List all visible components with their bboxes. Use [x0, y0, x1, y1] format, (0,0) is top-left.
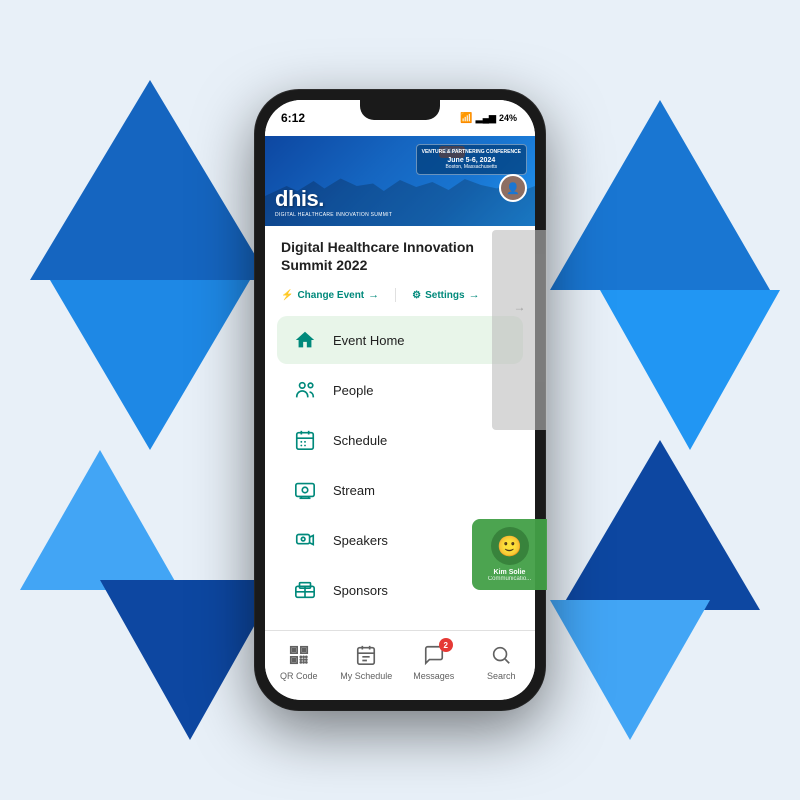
triangle-1 [30, 80, 270, 280]
my-schedule-icon [351, 642, 381, 668]
action-divider [395, 288, 396, 302]
stream-icon [291, 476, 319, 504]
profile-role-hint: Communicatio... [478, 576, 541, 582]
sponsors-label: Sponsors [333, 583, 388, 598]
event-banner: dhis. DIGITAL HEALTHCARE INNOVATION SUMM… [265, 136, 535, 226]
signal-icon: ▂▄▆ [476, 113, 496, 124]
home-icon [291, 326, 319, 354]
event-date: June 5-6, 2024 [422, 157, 521, 164]
triangle-3 [20, 450, 180, 590]
bottom-navigation: QR Code [265, 630, 535, 700]
event-home-label: Event Home [333, 333, 405, 348]
side-panel: → [492, 230, 547, 430]
status-icons: 📶 ▂▄▆ 24% [460, 113, 517, 124]
triangle-7 [560, 440, 760, 610]
change-event-label: Change Event [297, 290, 364, 301]
search-label: Search [487, 671, 516, 681]
change-event-arrow: → [368, 289, 379, 301]
menu-item-schedule[interactable]: Schedule [277, 416, 523, 464]
profile-name-hint: Kim Solie [478, 569, 541, 576]
messages-label: Messages [413, 671, 454, 681]
stream-label: Stream [333, 483, 375, 498]
messages-badge: 2 [439, 638, 453, 652]
conference-type: Venture & Partnering Conference [422, 149, 521, 155]
change-event-link[interactable]: ⚡ Change Event → [281, 289, 379, 301]
schedule-icon [291, 426, 319, 454]
speakers-icon [291, 526, 319, 554]
wifi-icon: 📶 [460, 113, 472, 124]
profile-card-hint: 🙂 Kim Solie Communicatio... [472, 519, 547, 590]
nav-messages[interactable]: 2 Messages [400, 642, 468, 681]
phone-notch [360, 100, 440, 120]
nav-search[interactable]: Search [468, 642, 536, 681]
nav-qr-code[interactable]: QR Code [265, 642, 333, 681]
schedule-label: Schedule [333, 433, 387, 448]
settings-arrow: → [469, 289, 480, 301]
triangle-8 [550, 600, 710, 740]
triangle-5 [550, 100, 770, 290]
people-label: People [333, 383, 373, 398]
event-location: Boston, Massachusetts [422, 164, 521, 170]
people-icon [291, 376, 319, 404]
messages-icon: 2 [419, 642, 449, 668]
settings-link[interactable]: ⚙ Settings → [412, 289, 479, 301]
profile-avatar-hint: 🙂 [491, 527, 529, 565]
side-arrow-icon: → [514, 300, 526, 314]
phone-device: 6:12 📶 ▂▄▆ 24% dhis. DIGITAL HEALTHCARE … [255, 90, 545, 710]
search-nav-icon [486, 642, 516, 668]
event-title: Digital Healthcare Innovation Summit 202… [281, 238, 519, 274]
menu-item-stream[interactable]: Stream [277, 466, 523, 514]
triangle-6 [600, 290, 780, 450]
banner-text-block: dhis. DIGITAL HEALTHCARE INNOVATION SUMM… [275, 186, 392, 218]
lightning-icon: ⚡ [281, 290, 293, 301]
menu-item-people[interactable]: People [277, 366, 523, 414]
speakers-label: Speakers [333, 533, 388, 548]
qr-code-label: QR Code [280, 671, 318, 681]
qr-code-icon [284, 642, 314, 668]
battery-icon: 24% [499, 113, 517, 123]
triangle-2 [50, 280, 250, 450]
banner-subtitle: DIGITAL HEALTHCARE INNOVATION SUMMIT [275, 212, 392, 218]
sponsors-icon [291, 576, 319, 604]
settings-label: Settings [425, 290, 464, 301]
avatar[interactable]: 👤 [499, 174, 527, 202]
status-time: 6:12 [281, 111, 305, 125]
settings-icon: ⚙ [412, 290, 421, 301]
triangle-4 [100, 580, 280, 740]
banner-dhis-title: dhis. [275, 186, 392, 212]
date-badge: Venture & Partnering Conference June 5-6… [416, 144, 527, 175]
nav-my-schedule[interactable]: My Schedule [333, 642, 401, 681]
my-schedule-label: My Schedule [340, 671, 392, 681]
menu-item-event-home[interactable]: Event Home [277, 316, 523, 364]
